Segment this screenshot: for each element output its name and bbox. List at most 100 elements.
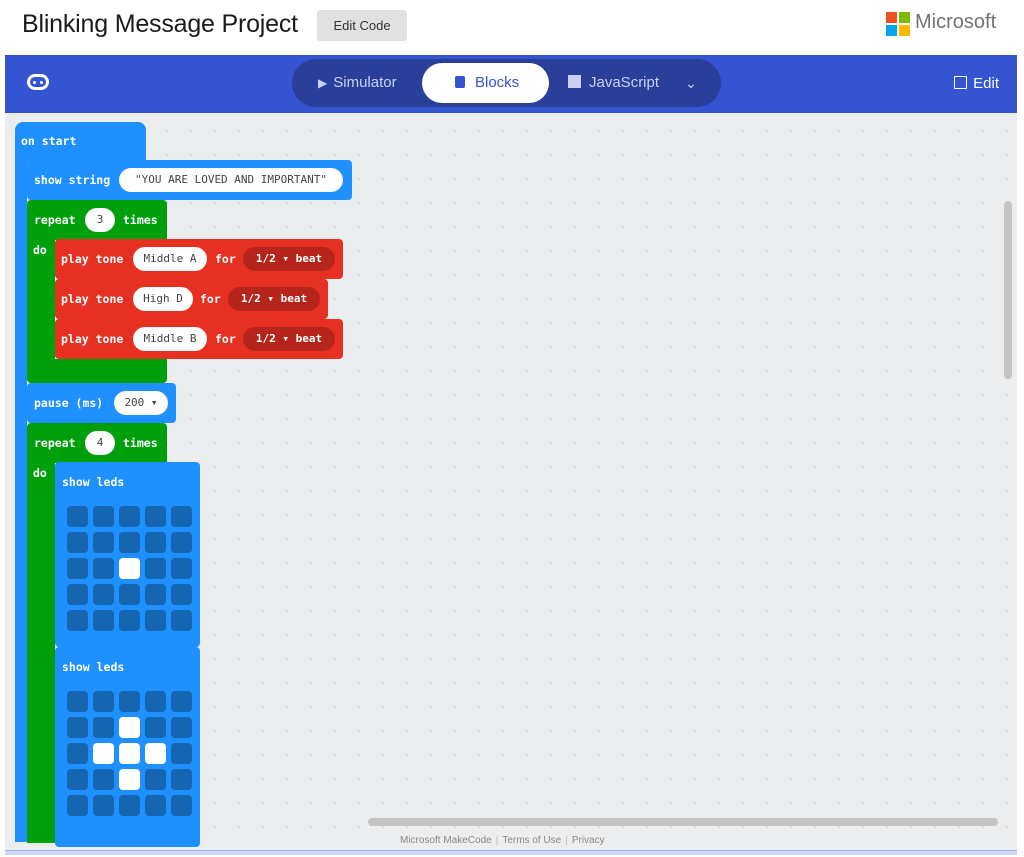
on-start-block[interactable]: on start — [15, 122, 146, 162]
show-leds-block[interactable]: show leds — [55, 462, 200, 647]
led-off[interactable] — [93, 610, 114, 631]
led-off[interactable] — [93, 717, 114, 738]
led-off[interactable] — [93, 769, 114, 790]
led-off[interactable] — [145, 532, 166, 553]
led-on[interactable] — [145, 743, 166, 764]
tone-for-label: for — [215, 252, 236, 266]
led-off[interactable] — [119, 795, 140, 816]
beat-value: 1/2 ▾ — [255, 252, 289, 265]
led-off[interactable] — [145, 506, 166, 527]
play-tone-block[interactable]: play tone Middle B for 1/2 ▾ beat — [55, 319, 343, 359]
led-off[interactable] — [67, 584, 88, 605]
led-off[interactable] — [67, 743, 88, 764]
led-off[interactable] — [171, 558, 192, 579]
footer-separator: | — [495, 835, 499, 846]
led-off[interactable] — [145, 769, 166, 790]
tab-javascript[interactable]: JavaScript — [568, 63, 659, 103]
puzzle-icon — [455, 76, 465, 88]
led-off[interactable] — [93, 584, 114, 605]
tab-javascript-label: JavaScript — [589, 74, 660, 91]
led-off[interactable] — [67, 769, 88, 790]
led-on[interactable] — [119, 717, 140, 738]
tone-note-input[interactable]: High D — [133, 287, 193, 311]
led-off[interactable] — [171, 584, 192, 605]
led-off[interactable] — [171, 506, 192, 527]
blocks-workspace[interactable]: on start show string "YOU ARE LOVED AND … — [5, 113, 1017, 851]
tone-note-input[interactable]: Middle A — [133, 247, 207, 271]
led-off[interactable] — [67, 795, 88, 816]
bottom-panel-edge — [5, 850, 1017, 855]
footer-makecode-link[interactable]: Microsoft MakeCode — [400, 835, 492, 846]
horizontal-scrollbar[interactable] — [368, 818, 998, 826]
led-off[interactable] — [119, 532, 140, 553]
led-off[interactable] — [171, 743, 192, 764]
led-on[interactable] — [119, 769, 140, 790]
led-off[interactable] — [145, 584, 166, 605]
footer-links: Microsoft MakeCode | Terms of Use | Privacy — [400, 835, 605, 846]
led-grid[interactable] — [67, 691, 192, 816]
microsoft-brand-text[interactable]: Microsoft — [915, 11, 996, 34]
tone-beat-dropdown[interactable]: 1/2 ▾ beat — [243, 327, 335, 351]
repeat-count-input[interactable]: 3 — [85, 208, 115, 232]
led-off[interactable] — [171, 717, 192, 738]
led-off[interactable] — [171, 691, 192, 712]
edit-button[interactable]: Edit — [954, 75, 999, 92]
led-off[interactable] — [93, 532, 114, 553]
led-off[interactable] — [171, 532, 192, 553]
led-off[interactable] — [93, 558, 114, 579]
repeat-count-input[interactable]: 4 — [85, 431, 115, 455]
play-tone-block[interactable]: play tone High D for 1/2 ▾ beat — [55, 279, 328, 319]
pause-dropdown[interactable]: 200 ▾ — [114, 391, 168, 415]
led-off[interactable] — [145, 610, 166, 631]
led-off[interactable] — [67, 691, 88, 712]
led-off[interactable] — [171, 795, 192, 816]
play-tone-label: play tone — [61, 252, 124, 266]
pause-block[interactable]: pause (ms) 200 ▾ — [27, 383, 176, 423]
led-grid[interactable] — [67, 506, 192, 631]
led-off[interactable] — [119, 506, 140, 527]
led-off[interactable] — [145, 717, 166, 738]
led-off[interactable] — [119, 610, 140, 631]
led-off[interactable] — [119, 584, 140, 605]
play-tone-label: play tone — [61, 332, 124, 346]
led-off[interactable] — [67, 558, 88, 579]
led-off[interactable] — [119, 691, 140, 712]
tone-beat-dropdown[interactable]: 1/2 ▾ beat — [243, 247, 335, 271]
tab-blocks[interactable]: Blocks — [455, 63, 519, 103]
led-off[interactable] — [145, 558, 166, 579]
led-off[interactable] — [67, 532, 88, 553]
led-off[interactable] — [171, 769, 192, 790]
led-off[interactable] — [67, 717, 88, 738]
edit-label: Edit — [973, 75, 999, 92]
vertical-scrollbar[interactable] — [1004, 201, 1012, 379]
show-string-input[interactable]: "YOU ARE LOVED AND IMPORTANT" — [119, 168, 343, 192]
led-on[interactable] — [119, 743, 140, 764]
repeat-4-spine: do — [27, 463, 55, 843]
play-tone-block[interactable]: play tone Middle A for 1/2 ▾ beat — [55, 239, 343, 279]
show-leds-block[interactable]: show leds — [55, 647, 200, 847]
chevron-down-icon[interactable]: ⌄ — [685, 63, 697, 103]
show-string-label: show string — [34, 173, 111, 187]
led-on[interactable] — [93, 743, 114, 764]
led-on[interactable] — [119, 558, 140, 579]
led-off[interactable] — [145, 691, 166, 712]
led-off[interactable] — [145, 795, 166, 816]
show-string-block[interactable]: show string "YOU ARE LOVED AND IMPORTANT… — [27, 160, 352, 200]
led-off[interactable] — [67, 506, 88, 527]
footer-privacy-link[interactable]: Privacy — [572, 835, 605, 846]
footer-terms-link[interactable]: Terms of Use — [502, 835, 561, 846]
led-off[interactable] — [93, 691, 114, 712]
tone-note-input[interactable]: Middle B — [133, 327, 207, 351]
led-off[interactable] — [93, 795, 114, 816]
repeat-3-block[interactable]: repeat 3 times — [27, 200, 167, 240]
editor-toggle: ▶ Simulator Blocks JavaScript ⌄ — [292, 59, 721, 107]
microbit-icon[interactable] — [27, 74, 49, 90]
edit-code-button[interactable]: Edit Code — [317, 10, 407, 41]
led-off[interactable] — [171, 610, 192, 631]
tab-blocks-label: Blocks — [475, 74, 520, 91]
tab-simulator[interactable]: ▶ Simulator — [318, 63, 397, 103]
repeat-4-block[interactable]: repeat 4 times — [27, 423, 167, 463]
led-off[interactable] — [93, 506, 114, 527]
led-off[interactable] — [67, 610, 88, 631]
tone-beat-dropdown[interactable]: 1/2 ▾ beat — [228, 287, 320, 311]
